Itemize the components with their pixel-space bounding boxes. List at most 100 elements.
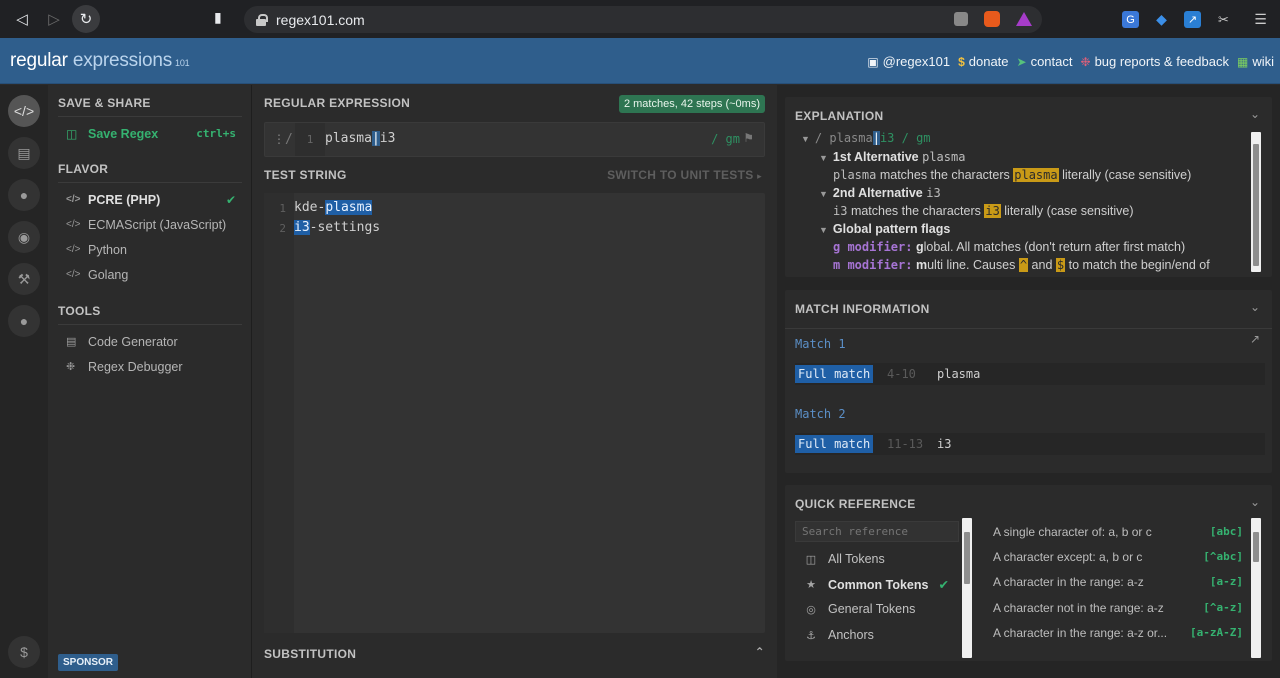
left-panel: SAVE & SHARE ◫ Save Regex ctrl+s FLAVOR … [48, 85, 252, 678]
category-all-tokens[interactable]: ◫ All Tokens [803, 552, 885, 566]
reference-item[interactable]: A single character of: a, b or c [abc] [993, 525, 1243, 539]
share-icon[interactable]: ↗ [1250, 332, 1260, 346]
address-bar[interactable]: regex101.com [244, 6, 1042, 33]
gamepad-icon[interactable]: ◉ [8, 221, 40, 253]
substitution-header[interactable]: SUBSTITUTION ⌃ [264, 645, 765, 661]
check-icon: ✔ [225, 192, 236, 207]
tools-list: ▤ Code Generator ❉ Regex Debugger [48, 329, 252, 379]
extensions-bar: G ◆ ↗ ✂ ☰ [1122, 11, 1269, 28]
chevron-down-icon[interactable]: ⌄ [1250, 495, 1260, 509]
brave-rewards-icon[interactable] [1016, 12, 1032, 26]
quick-reference-card: QUICK REFERENCE ⌄ ◫All Tokens ★Common To… [785, 485, 1272, 661]
flavor-item-golang[interactable]: </> Golang [48, 262, 252, 287]
save-share-title: SAVE & SHARE [58, 96, 151, 110]
bug-small-icon: ❉ [66, 361, 76, 373]
reference-item[interactable]: A character in the range: a-z or... [a-zA… [993, 626, 1243, 640]
test-string-editor[interactable]: 1 kde-plasma 2 i3-settings [264, 193, 765, 633]
check-icon: ✔ [938, 578, 949, 592]
reference-item[interactable]: A character in the range: a-z [a-z] [993, 575, 1243, 589]
reference-item[interactable]: A character not in the range: a-z [^a-z] [993, 601, 1243, 615]
user-icon[interactable]: ● [8, 179, 40, 211]
bookmark-icon[interactable]: ▮ [214, 9, 222, 26]
explanation-title: EXPLANATION [795, 109, 884, 123]
regex-input[interactable]: ⋮ / 1 plasma|i3 / gm ⚑ [264, 122, 765, 157]
paper-plane-icon: ➤ [1016, 54, 1027, 69]
menu-icon[interactable]: ☰ [1252, 11, 1269, 28]
explanation-card: EXPLANATION ⌄ ▼ / plasma|i3 / gm ▼ 1st Alt… [785, 97, 1272, 277]
wrench-icon[interactable]: ⚒ [8, 263, 40, 295]
wiki-link[interactable]: ▦ wiki [1237, 54, 1274, 69]
flavor-item-python[interactable]: </> Python [48, 237, 252, 262]
tool-code-generator[interactable]: ▤ Code Generator [48, 329, 252, 354]
lock-icon [256, 13, 268, 26]
bug-icon: ❉ [1080, 54, 1091, 69]
brand-logo[interactable]: regular expressions 101 [10, 50, 190, 72]
translate-extension-icon[interactable]: G [1122, 11, 1139, 28]
header-links: ▣ @regex101 $ donate ➤ contact ❉ bug reports… [867, 54, 1274, 69]
triangle-down-icon: ▼ [819, 152, 828, 163]
donate-link[interactable]: $ donate [958, 54, 1008, 69]
floppy-icon: ◫ [66, 126, 78, 141]
category-general-tokens[interactable]: ◎ General Tokens [803, 602, 915, 616]
flag-icon[interactable]: ⚑ [743, 131, 754, 145]
chevron-down-icon[interactable]: ⌄ [1250, 300, 1260, 314]
reload-icon[interactable]: ↻ [72, 5, 100, 33]
reference-scrollbar[interactable] [1251, 518, 1261, 658]
switch-unit-tests-button[interactable]: SWITCH TO UNIT TESTS ▸ [607, 168, 762, 182]
brave-shield-icon[interactable] [984, 11, 1000, 27]
reference-search-input[interactable] [795, 521, 959, 542]
match-row[interactable]: Full match 4-10 plasma [795, 363, 1265, 385]
category-common-tokens[interactable]: ★ Common Tokens ✔ [803, 577, 949, 593]
triangle-down-icon: ▼ [801, 134, 810, 144]
tool-regex-debugger[interactable]: ❉ Regex Debugger [48, 354, 252, 379]
code-small-icon: </> [66, 244, 81, 255]
tools-title: TOOLS [58, 304, 101, 318]
match-label: Match 2 [795, 407, 846, 421]
test-line: 2 i3-settings [279, 220, 381, 235]
chevron-right-icon: ▸ [757, 171, 762, 181]
file-code-icon: ▤ [66, 336, 77, 348]
dollar-sponsor-icon[interactable]: $ [8, 636, 40, 668]
regex-pattern[interactable]: plasma|i3 [325, 131, 395, 146]
puzzle-extension-icon[interactable]: ◆ [1153, 11, 1170, 28]
chat-icon[interactable]: ● [8, 305, 40, 337]
match-count-badge: 2 matches, 42 steps (~0ms) [618, 95, 765, 113]
forward-icon[interactable]: ▷ [40, 5, 68, 33]
code-small-icon: </> [66, 269, 81, 280]
resize-extension-icon[interactable]: ↗ [1184, 11, 1201, 28]
browser-toolbar: ◁ ▷ ↻ ▮ regex101.com G ◆ ↗ ✂ ☰ [0, 0, 1280, 38]
code-small-icon: </> [66, 219, 81, 230]
explanation-scrollbar[interactable] [1251, 132, 1261, 272]
flavor-title: FLAVOR [58, 162, 109, 176]
reference-item[interactable]: A character except: a, b or c [^abc] [993, 550, 1243, 564]
regex-flags[interactable]: / gm [711, 132, 740, 146]
site-header: regular expressions 101 ▣ @regex101 $ donat… [0, 38, 1280, 84]
bug-report-link[interactable]: ❉ bug reports & feedback [1081, 54, 1229, 69]
drag-handle-icon[interactable]: ⋮ [273, 132, 285, 146]
flavor-item-pcre[interactable]: </> PCRE (PHP) ✔ [48, 187, 252, 212]
twitter-link[interactable]: ▣ @regex101 [867, 54, 950, 69]
regex-title: REGULAR EXPRESSION [264, 96, 411, 110]
scissors-extension-icon[interactable]: ✂ [1215, 11, 1232, 28]
flavor-item-ecmascript[interactable]: </> ECMAScript (JavaScript) [48, 212, 252, 237]
translate-icon[interactable] [954, 12, 968, 26]
chevron-down-icon[interactable]: ⌄ [1250, 107, 1260, 121]
right-column: EXPLANATION ⌄ ▼ / plasma|i3 / gm ▼ 1st Alt… [777, 85, 1280, 678]
back-icon[interactable]: ◁ [8, 5, 36, 33]
sponsor-badge[interactable]: SPONSOR [58, 654, 119, 671]
match-label: Match 1 [795, 337, 846, 351]
quick-reference-title: QUICK REFERENCE [795, 497, 916, 511]
book-icon[interactable]: ▤ [8, 137, 40, 169]
chevron-up-icon[interactable]: ⌃ [755, 645, 765, 659]
categories-scrollbar[interactable] [962, 518, 972, 658]
category-anchors[interactable]: ⚓ Anchors [803, 628, 874, 642]
test-string-title: TEST STRING [264, 168, 347, 182]
save-regex-button[interactable]: ◫ Save Regex ctrl+s [48, 121, 252, 146]
anchor-icon: ⚓ [806, 629, 816, 642]
test-line: 1 kde-plasma [279, 200, 373, 215]
match-row[interactable]: Full match 11-13 i3 [795, 433, 1265, 455]
code-small-icon: </> [66, 194, 81, 205]
contact-link[interactable]: ➤ contact [1017, 54, 1073, 69]
circle-dot-icon: ◎ [806, 603, 816, 616]
code-icon[interactable]: </> [8, 95, 40, 127]
